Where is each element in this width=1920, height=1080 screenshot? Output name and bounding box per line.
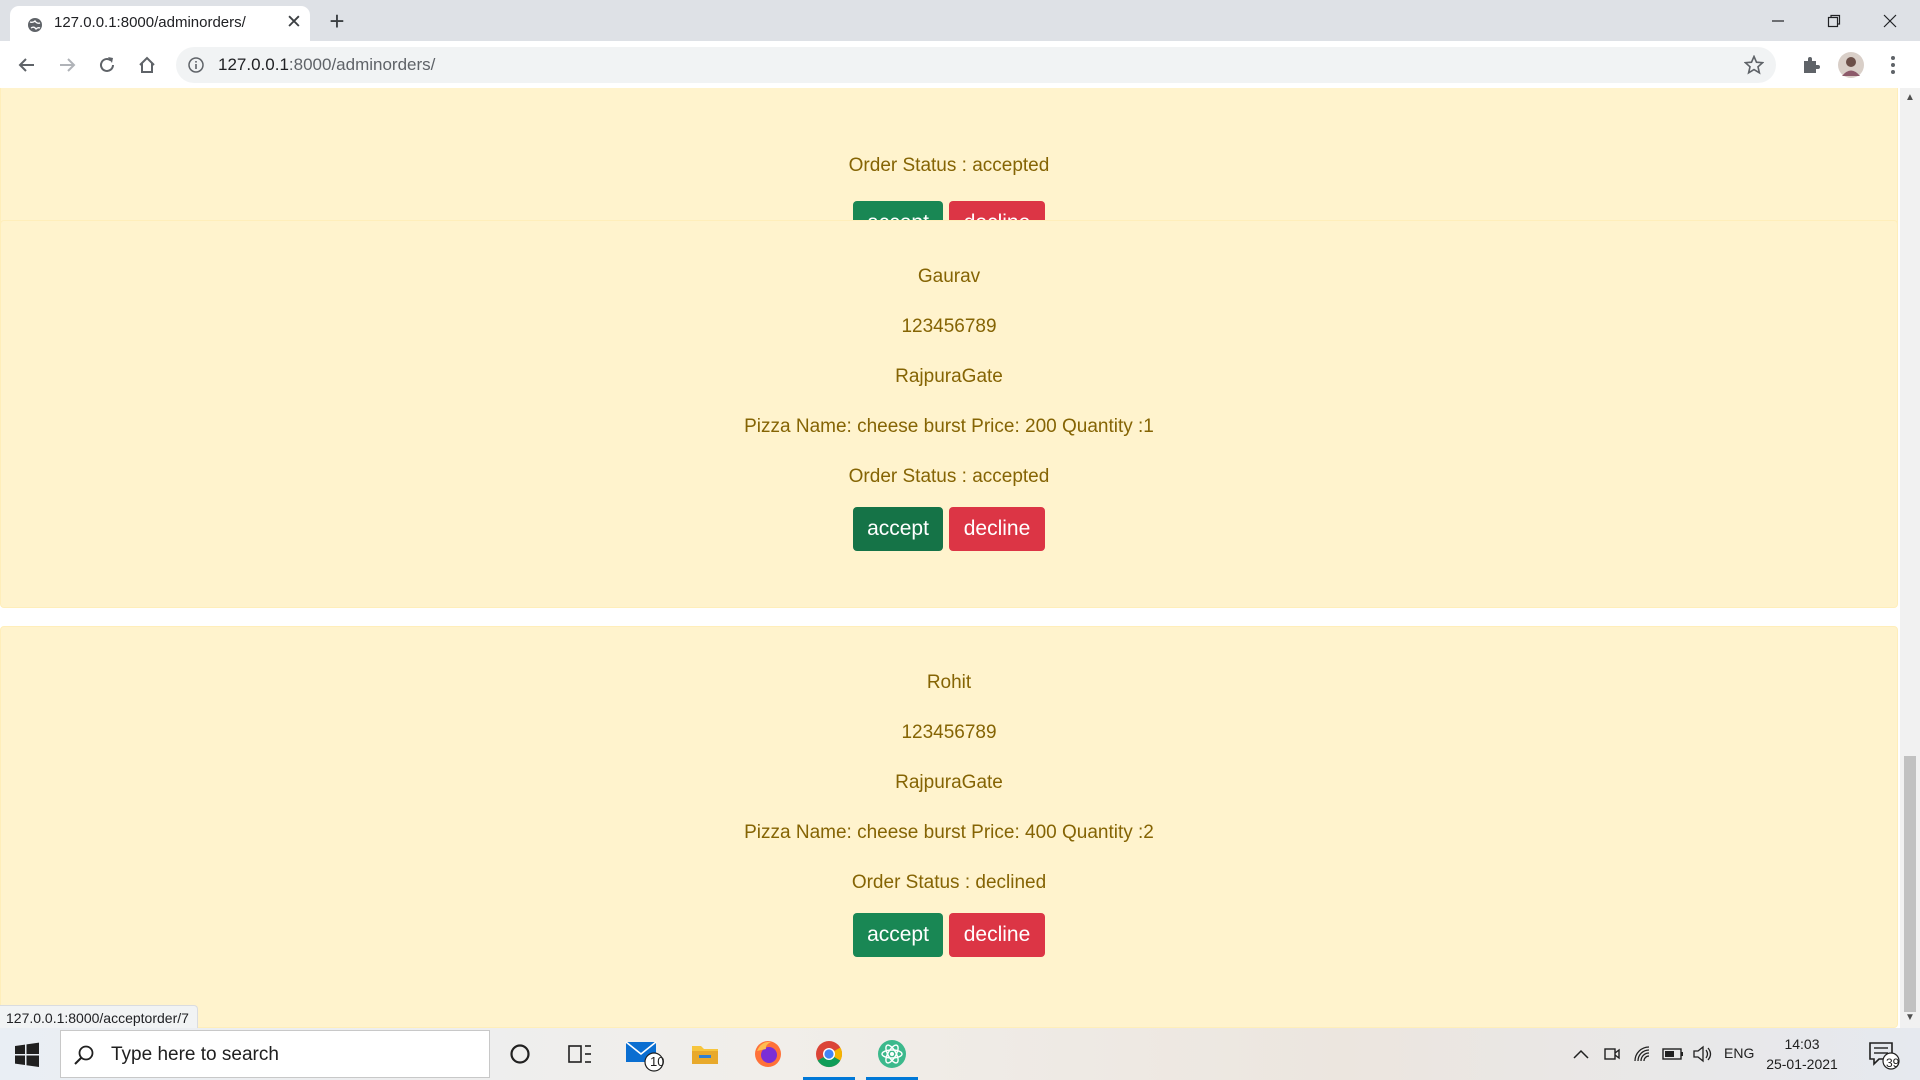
bookmark-star-icon[interactable] (1744, 55, 1764, 75)
restore-icon (1827, 14, 1841, 27)
task-view-icon (568, 1045, 591, 1063)
decline-button[interactable]: decline (949, 913, 1045, 957)
speaker-icon (1693, 1045, 1712, 1063)
link-status-bubble: 127.0.0.1:8000/acceptorder/7 (0, 1005, 198, 1030)
order-item: Pizza Name: cheese burst Price: 400 Quan… (744, 822, 1154, 843)
customer-address: RajpuraGate (895, 366, 1003, 387)
order-status: Order Status : accepted (848, 155, 1050, 176)
reload-button[interactable] (91, 49, 123, 81)
atom-editor-button[interactable] (864, 1028, 920, 1080)
scroll-up-arrow-icon[interactable]: ▲ (1900, 90, 1920, 106)
clock-time: 14:03 (1784, 1036, 1820, 1052)
minimize-button[interactable] (1750, 0, 1806, 41)
new-tab-button[interactable]: + (323, 8, 351, 36)
accept-button[interactable]: accept (853, 507, 943, 551)
home-button[interactable] (131, 49, 163, 81)
customer-phone: 123456789 (901, 722, 997, 743)
browser-menu-button[interactable] (1877, 49, 1909, 81)
notification-badge: 39 (1886, 1056, 1900, 1070)
order-status: Order Status : accepted (848, 466, 1050, 487)
firefox-icon (755, 1041, 781, 1067)
scroll-down-arrow-icon[interactable]: ▼ (1900, 1010, 1920, 1026)
minimize-icon (1772, 19, 1784, 22)
accept-button[interactable]: accept (853, 913, 943, 957)
home-icon (139, 56, 155, 73)
cortana-circle-icon (510, 1044, 530, 1064)
browser-toolbar: 127.0.0.1:8000/adminorders/ (0, 41, 1920, 89)
meet-now-button[interactable] (1597, 1028, 1627, 1080)
volume-button[interactable] (1688, 1028, 1718, 1080)
profile-avatar[interactable] (1835, 49, 1867, 81)
close-tab-icon[interactable]: ✕ (283, 12, 305, 34)
back-button[interactable] (11, 49, 43, 81)
video-camera-icon (1604, 1048, 1620, 1060)
order-card: Rohit 123456789 RajpuraGate Pizza Name: … (0, 626, 1898, 1028)
scroll-thumb[interactable] (1904, 756, 1916, 1012)
close-icon (1883, 14, 1897, 27)
search-icon (74, 1045, 94, 1065)
forward-button[interactable] (51, 49, 83, 81)
extensions-button[interactable] (1795, 49, 1827, 81)
puzzle-icon (1804, 57, 1820, 73)
arrow-left-icon (18, 58, 34, 72)
clock-date: 25-01-2021 (1766, 1056, 1838, 1072)
file-explorer-button[interactable] (677, 1028, 733, 1080)
wifi-button[interactable] (1628, 1028, 1658, 1080)
firefox-button[interactable] (740, 1028, 796, 1080)
battery-button[interactable] (1658, 1028, 1688, 1080)
page-viewport: Order Status : accepted accept decline G… (0, 88, 1900, 1028)
reload-icon (100, 57, 114, 72)
windows-taskbar: Type here to search 10 ENG 14:03 25-01-2… (0, 1028, 1920, 1080)
show-hidden-icons-button[interactable] (1566, 1028, 1596, 1080)
close-window-button[interactable] (1862, 0, 1918, 41)
more-vert-icon (1891, 56, 1895, 74)
customer-phone: 123456789 (901, 316, 997, 337)
arrow-right-icon (60, 58, 76, 72)
restore-button[interactable] (1806, 0, 1862, 41)
customer-address: RajpuraGate (895, 772, 1003, 793)
decline-button[interactable]: decline (949, 507, 1045, 551)
browser-tab[interactable]: 127.0.0.1:8000/adminorders/ ✕ (10, 6, 310, 41)
taskbar-clock[interactable]: 14:03 25-01-2021 (1762, 1034, 1842, 1074)
url-text: 127.0.0.1:8000/adminorders/ (218, 55, 436, 74)
customer-name: Gaurav (917, 266, 981, 287)
input-language[interactable]: ENG (1724, 1045, 1754, 1061)
windows-start-icon[interactable] (14, 1042, 40, 1068)
tab-title: 127.0.0.1:8000/adminorders/ (54, 14, 246, 31)
order-status: Order Status : declined (851, 872, 1047, 893)
atom-icon (878, 1040, 906, 1068)
avatar-icon (1838, 52, 1864, 78)
action-center-button[interactable]: 39 (1862, 1028, 1906, 1080)
cortana-button[interactable] (492, 1028, 548, 1080)
browser-titlebar: 127.0.0.1:8000/adminorders/ ✕ + (0, 0, 1920, 41)
battery-icon (1662, 1048, 1683, 1060)
order-item: Pizza Name: cheese burst Price: 200 Quan… (744, 416, 1154, 437)
chrome-button[interactable] (801, 1028, 857, 1080)
order-card: Gaurav 123456789 RajpuraGate Pizza Name:… (0, 220, 1898, 608)
globe-icon (28, 18, 42, 32)
info-icon (188, 57, 204, 73)
address-bar[interactable]: 127.0.0.1:8000/adminorders/ (176, 47, 1776, 83)
chevron-up-icon (1573, 1049, 1589, 1059)
wifi-icon (1634, 1046, 1650, 1062)
task-view-button[interactable] (552, 1028, 608, 1080)
mail-app-button[interactable]: 10 (616, 1028, 672, 1080)
search-placeholder: Type here to search (111, 1044, 279, 1065)
customer-name: Rohit (926, 672, 972, 693)
mail-badge: 10 (650, 1054, 665, 1069)
page-scrollbar[interactable]: ▲ ▼ (1900, 88, 1920, 1028)
chrome-icon (816, 1041, 843, 1068)
taskbar-search-box[interactable]: Type here to search (60, 1030, 490, 1078)
folder-icon (692, 1046, 718, 1064)
